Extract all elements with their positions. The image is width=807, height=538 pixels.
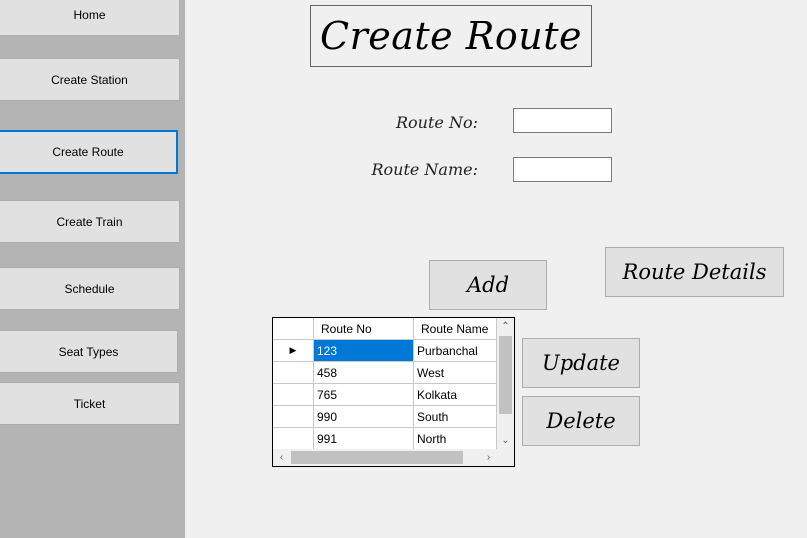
sidebar-item-label: Seat Types	[58, 344, 119, 359]
grid-corner	[273, 318, 314, 340]
scroll-right-icon[interactable]: ›	[480, 449, 497, 466]
horizontal-scroll-thumb[interactable]	[291, 451, 463, 464]
cell-route-name[interactable]: Kolkata	[414, 384, 497, 406]
sidebar-item-create-train[interactable]: Create Train	[0, 200, 180, 243]
sidebar-item-seat-types[interactable]: Seat Types	[0, 330, 178, 373]
sidebar-item-label: Create Train	[56, 214, 123, 229]
page-title: Create Route	[310, 5, 592, 67]
sidebar-item-create-route[interactable]: Create Route	[0, 130, 178, 174]
cell-route-no[interactable]: 458	[314, 362, 414, 384]
sidebar-item-label: Ticket	[73, 396, 106, 411]
sidebar: Home Create Station Create Route Create …	[0, 0, 185, 538]
cell-route-no[interactable]: 765	[314, 384, 414, 406]
row-header[interactable]: ▶	[273, 340, 314, 362]
sidebar-item-label: Create Station	[51, 72, 128, 87]
route-name-input[interactable]	[513, 157, 612, 182]
sidebar-item-ticket[interactable]: Ticket	[0, 382, 180, 425]
scroll-left-icon[interactable]: ‹	[273, 449, 290, 466]
add-button[interactable]: Add	[429, 260, 547, 310]
column-header-route-name[interactable]: Route Name	[414, 318, 497, 340]
cell-route-no[interactable]: 990	[314, 406, 414, 428]
update-button[interactable]: Update	[522, 338, 640, 388]
scroll-up-icon[interactable]: ⌃	[497, 318, 514, 335]
row-header[interactable]	[273, 406, 314, 428]
cell-route-name[interactable]: South	[414, 406, 497, 428]
vertical-scrollbar[interactable]: ⌃ ⌄	[497, 318, 514, 449]
column-header-route-no[interactable]: Route No	[314, 318, 414, 340]
cell-route-no[interactable]: 991	[314, 428, 414, 450]
sidebar-item-label: Schedule	[64, 281, 115, 296]
table-row[interactable]: ▶ 123 Purbanchal	[273, 340, 497, 362]
scroll-down-icon[interactable]: ⌄	[497, 432, 514, 449]
sidebar-item-label: Create Route	[52, 145, 124, 159]
table-row[interactable]: 991 North	[273, 428, 497, 450]
row-header[interactable]	[273, 428, 314, 450]
vertical-scroll-thumb[interactable]	[499, 336, 512, 414]
horizontal-scrollbar[interactable]: ‹ ›	[273, 449, 497, 466]
table-row[interactable]: 458 West	[273, 362, 497, 384]
delete-button[interactable]: Delete	[522, 396, 640, 446]
scrollbar-corner	[497, 449, 514, 466]
sidebar-item-create-station[interactable]: Create Station	[0, 58, 180, 101]
row-header[interactable]	[273, 384, 314, 406]
route-name-label: Route Name:	[371, 160, 478, 179]
routes-grid[interactable]: Route No Route Name ▶ 123 Purbanchal 458…	[272, 317, 515, 467]
cell-route-name[interactable]: North	[414, 428, 497, 450]
table-row[interactable]: 765 Kolkata	[273, 384, 497, 406]
sidebar-item-label: Home	[73, 7, 106, 22]
current-row-arrow-icon: ▶	[289, 345, 297, 355]
cell-route-no[interactable]: 123	[314, 340, 414, 362]
route-no-input[interactable]	[513, 108, 612, 133]
route-details-button[interactable]: Route Details	[605, 247, 784, 297]
row-header[interactable]	[273, 362, 314, 384]
table-row[interactable]: 990 South	[273, 406, 497, 428]
route-no-label: Route No:	[396, 113, 478, 132]
grid-header: Route No Route Name	[273, 318, 497, 340]
cell-route-name[interactable]: West	[414, 362, 497, 384]
sidebar-item-home[interactable]: Home	[0, 0, 180, 36]
cell-route-name[interactable]: Purbanchal	[414, 340, 497, 362]
sidebar-item-schedule[interactable]: Schedule	[0, 267, 180, 310]
